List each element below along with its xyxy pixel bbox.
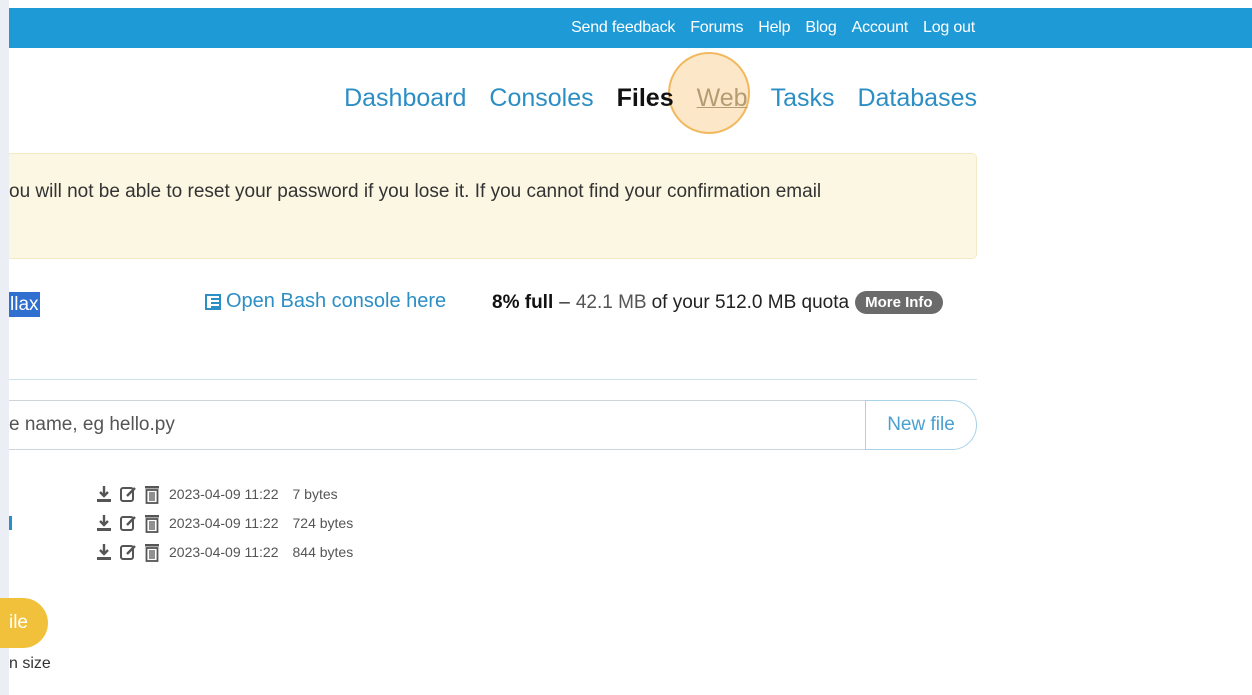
send-feedback-link[interactable]: Send feedback — [571, 19, 675, 37]
edit-icon[interactable] — [119, 542, 137, 562]
download-icon[interactable] — [95, 542, 113, 562]
quota-percent: 8% full — [492, 291, 554, 313]
top-links: Send feedback Forums Help Blog Account L… — [556, 8, 975, 48]
file-row: 2023-04-09 11:22 724 bytes — [95, 511, 353, 535]
account-link[interactable]: Account — [852, 19, 909, 37]
nav-web[interactable]: Web — [697, 84, 748, 113]
nav-files[interactable]: Files — [617, 84, 674, 113]
console-icon — [205, 293, 221, 310]
open-bash-label: Open Bash console here — [226, 290, 447, 312]
disk-quota: 8% full – 42.1 MB of your 512.0 MB quota… — [492, 291, 943, 314]
file-modified: 2023-04-09 11:22 — [169, 515, 279, 531]
nav-tasks[interactable]: Tasks — [771, 84, 835, 113]
download-icon[interactable] — [95, 484, 113, 504]
upload-label: ile — [8, 612, 28, 633]
path-breadcrumb-selected[interactable]: llax — [9, 292, 40, 317]
password-warning: ou will not be able to reset your passwo… — [9, 153, 977, 259]
nav-databases[interactable]: Databases — [857, 84, 977, 113]
main-nav: Dashboard Consoles Files Web Tasks Datab… — [321, 84, 977, 113]
blog-link[interactable]: Blog — [805, 19, 836, 37]
new-file-button[interactable]: New file — [865, 400, 977, 450]
upload-size-note: n size — [9, 655, 51, 672]
quota-dash: – — [559, 291, 570, 313]
more-info-button[interactable]: More Info — [855, 291, 943, 314]
upload-file-button[interactable]: ile — [0, 598, 48, 648]
section-divider — [9, 379, 977, 380]
new-file-name-input[interactable]: e name, eg hello.py — [9, 400, 867, 450]
file-size: 844 bytes — [292, 544, 354, 560]
quota-total: of your 512.0 MB quota — [651, 291, 850, 313]
delete-icon[interactable] — [143, 542, 161, 562]
file-row: 2023-04-09 11:22 844 bytes — [95, 540, 353, 564]
edit-icon[interactable] — [119, 513, 137, 533]
file-row: 2023-04-09 11:22 7 bytes — [95, 482, 338, 506]
file-modified: 2023-04-09 11:22 — [169, 544, 279, 560]
top-bar: Send feedback Forums Help Blog Account L… — [9, 8, 1252, 48]
file-size: 7 bytes — [292, 486, 338, 502]
open-bash-console-link[interactable]: Open Bash console here — [205, 290, 446, 313]
new-file-row: e name, eg hello.py New file — [9, 400, 977, 450]
left-edge — [0, 0, 9, 695]
path-row: llax Open Bash console here 8% full – 42… — [9, 289, 977, 321]
file-modified: 2023-04-09 11:22 — [169, 486, 279, 502]
quota-used: 42.1 MB — [575, 291, 647, 313]
edit-icon[interactable] — [119, 484, 137, 504]
nav-dashboard[interactable]: Dashboard — [344, 84, 466, 113]
delete-icon[interactable] — [143, 484, 161, 504]
logout-link[interactable]: Log out — [923, 19, 975, 37]
help-link[interactable]: Help — [758, 19, 790, 37]
nav-consoles[interactable]: Consoles — [489, 84, 593, 113]
warning-text: ou will not be able to reset your passwo… — [9, 181, 822, 202]
file-size: 724 bytes — [292, 515, 354, 531]
delete-icon[interactable] — [143, 513, 161, 533]
download-icon[interactable] — [95, 513, 113, 533]
file-name-fragment[interactable] — [9, 516, 12, 530]
forums-link[interactable]: Forums — [690, 19, 743, 37]
